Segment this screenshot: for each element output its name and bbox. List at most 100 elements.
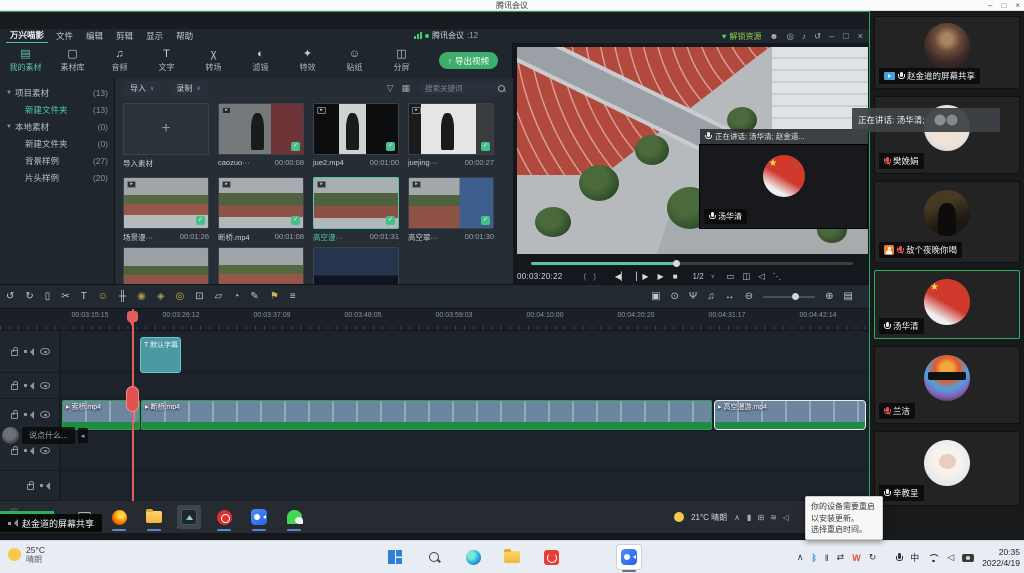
motion-track-icon[interactable]: ◈ (157, 285, 165, 308)
participant-tile[interactable]: 兰洁 (874, 346, 1020, 424)
speaker-icon[interactable] (40, 482, 50, 490)
preview-zoom-level[interactable]: 1/2 (693, 272, 704, 281)
split-icon[interactable]: ✂ (61, 285, 69, 308)
voiceover-icon[interactable]: Ψ (689, 285, 697, 308)
wps-icon[interactable]: W (852, 553, 861, 563)
search-input[interactable] (418, 82, 506, 95)
speed-icon[interactable]: ◔ (233, 285, 239, 308)
delete-icon[interactable]: ▯ (45, 285, 51, 308)
track-lane[interactable] (60, 471, 869, 501)
ime-indicator[interactable]: 中 (910, 551, 919, 564)
media-thumbnail[interactable] (313, 247, 399, 284)
lock-icon[interactable] (11, 413, 18, 419)
taskbar-app-search[interactable] (421, 544, 447, 570)
battery-icon[interactable]: ▮ (747, 513, 751, 522)
tab-audio[interactable]: ♫音频 (96, 49, 143, 73)
tab-filter[interactable]: ◐滤镜 (237, 49, 284, 73)
media-item[interactable]: ▸✓断桥.mp400:01:08 (218, 177, 304, 243)
editor-close-button[interactable]: × (858, 31, 863, 41)
slider-handle[interactable] (792, 293, 799, 300)
audio-device-icon[interactable]: ‖ (825, 553, 829, 563)
volume-icon[interactable]: ◁ (947, 552, 954, 563)
tab-my-media[interactable]: ▤我的素材 (2, 49, 49, 73)
participant-tile[interactable]: 汤华清 (874, 270, 1020, 339)
lock-icon[interactable] (11, 384, 18, 390)
folder-item[interactable]: 新建文件夹(0) (0, 135, 114, 152)
menu-item[interactable]: 文件 (56, 30, 73, 42)
folder-item[interactable]: 片头样例(20) (0, 169, 114, 186)
record-button[interactable]: 录制 ∨ (169, 81, 207, 96)
preview-video[interactable]: 正在讲话: 汤华清; 赵金道... 汤华清 (517, 47, 868, 254)
import-button[interactable]: 导入 ∨ (123, 81, 161, 96)
editor-maximize-button[interactable]: □ (843, 31, 848, 41)
mark-in-icon[interactable]: ( (584, 272, 587, 281)
media-item[interactable]: ▸✓caozuo···00:00:08 (218, 103, 304, 169)
menu-item[interactable]: 显示 (146, 30, 163, 42)
track-lane[interactable] (60, 331, 869, 373)
participant-tile[interactable]: 辛教呈 (874, 431, 1020, 506)
track-lane[interactable] (60, 373, 869, 399)
shared-taskbar-app-filmora[interactable] (177, 505, 201, 529)
wifi-icon[interactable] (927, 553, 939, 562)
shared-taskbar-app-meeting2[interactable] (247, 505, 271, 529)
next-frame-button[interactable]: ▏▶ (636, 272, 648, 281)
media-thumbnail[interactable] (218, 247, 304, 284)
audio-mixer-icon[interactable]: ╫ (119, 285, 126, 308)
undo-icon[interactable]: ↺ (6, 285, 14, 308)
text-edit-icon[interactable]: T (81, 285, 87, 308)
text-clip[interactable]: T 默认字幕 (140, 337, 181, 373)
tab-transition[interactable]: χ转场 (190, 49, 237, 73)
search-icon[interactable] (498, 85, 505, 92)
floating-video-tile[interactable]: 汤华清 (699, 144, 868, 229)
mark-out-icon[interactable]: ) (593, 272, 596, 281)
track-manage-icon[interactable]: ▤ (844, 285, 853, 308)
sync-icon[interactable]: ↺ (814, 31, 821, 42)
display-device-icon[interactable]: ▭ (726, 271, 734, 282)
folder-item[interactable]: ▼本地素材(0) (0, 118, 114, 135)
help-icon[interactable]: ◎ (786, 31, 793, 42)
camera-icon[interactable] (962, 554, 974, 562)
chevron-up-icon[interactable]: ∧ (797, 552, 804, 563)
folder-item[interactable]: 新建文件夹(13) (0, 101, 114, 118)
menu-item[interactable]: 编辑 (86, 30, 103, 42)
prev-frame-button[interactable]: ◀▏ (615, 272, 627, 281)
taskbar-app-explorer[interactable] (499, 544, 525, 570)
sticker-icon[interactable]: ☺ (98, 285, 108, 308)
tab-effects[interactable]: ✦特效 (284, 49, 331, 73)
edit-pen-icon[interactable]: ✎ (250, 285, 258, 308)
media-thumbnail[interactable] (123, 247, 209, 284)
fit-timeline-icon[interactable]: ↔ (725, 285, 735, 308)
taskbar-app-edge[interactable] (460, 544, 486, 570)
redo-icon[interactable]: ↻ (25, 285, 33, 308)
color-match-icon[interactable]: ◎ (176, 285, 185, 308)
audio-sync-icon[interactable]: ♫ (707, 285, 715, 308)
media-item[interactable]: ▸✓jue2.mp400:01:00 (313, 103, 399, 169)
timeline-zoom-slider[interactable] (763, 296, 815, 298)
taskbar-app-netease[interactable] (538, 544, 564, 570)
zoom-out-icon[interactable]: ⊖ (745, 285, 753, 308)
preview-seekbar[interactable] (531, 262, 853, 265)
user-icon[interactable]: ☻ (770, 31, 779, 42)
weather-widget[interactable]: 25°C 晴朗 (8, 545, 45, 565)
tab-text[interactable]: T文字 (143, 49, 190, 73)
timeline-clip[interactable]: ▸ 断桥.mp4 (141, 400, 712, 430)
render-preview-icon[interactable]: ▣ (651, 285, 660, 308)
zoom-in-icon[interactable]: ⊕ (825, 285, 833, 308)
folder-item[interactable]: 背景样例(27) (0, 152, 114, 169)
playhead-grip[interactable] (126, 386, 139, 412)
volume-icon[interactable]: ◁ (758, 271, 765, 282)
media-item[interactable]: ▸✓高空漫···00:01:31 (313, 177, 399, 243)
snapshot-icon[interactable]: ◫ (742, 271, 750, 282)
minimize-button[interactable]: – (988, 0, 992, 11)
maximize-button[interactable]: □ (1001, 0, 1006, 11)
chat-input[interactable]: 说点什么... (22, 427, 75, 444)
menu-item[interactable]: 帮助 (176, 30, 193, 42)
speaker-icon[interactable] (24, 348, 34, 356)
tab-sticker[interactable]: ☺贴纸 (331, 49, 378, 73)
speaker-icon[interactable] (24, 382, 34, 390)
playhead-pin[interactable] (127, 311, 138, 322)
tab-library[interactable]: ▢素材库 (49, 49, 96, 73)
participant-tile[interactable]: 赵金道的屏幕共享 (874, 16, 1020, 89)
export-video-button[interactable]: ↑ 导出视频 (439, 52, 498, 69)
chevron-up-icon[interactable]: ∧ (734, 513, 740, 522)
